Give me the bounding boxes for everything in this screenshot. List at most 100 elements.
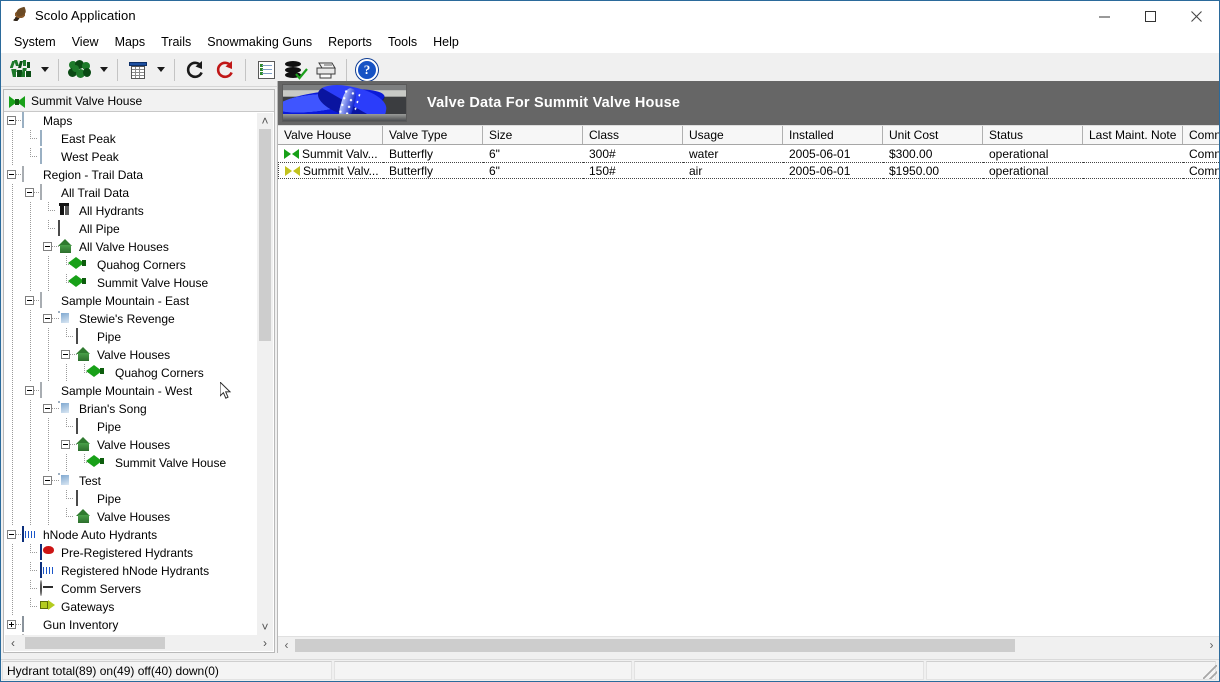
tree-scroll-thumb[interactable] [259, 129, 271, 341]
tree-node-stewie-s-revenge[interactable]: Stewie's Revenge [4, 310, 274, 328]
tree-node-quahog-corners[interactable]: Quahog Corners [4, 256, 274, 274]
reload-button[interactable] [210, 56, 240, 84]
tree-node-summit-valve-house[interactable]: Summit Valve House [4, 274, 274, 292]
tree-node-pipe[interactable]: Pipe [4, 418, 274, 436]
tree-expander[interactable] [61, 440, 70, 449]
tree-node-quahog-corners[interactable]: Quahog Corners [4, 364, 274, 382]
trail-map-button[interactable] [7, 56, 37, 84]
table-cell[interactable] [1083, 145, 1183, 162]
tree-node-sample-mountain-west[interactable]: Sample Mountain - West [4, 382, 274, 400]
tree-vertical-scrollbar[interactable]: ˄ ˅ [257, 113, 273, 635]
database-commit-button[interactable] [281, 56, 311, 84]
tree-expander[interactable] [7, 620, 16, 629]
print-button[interactable] [311, 56, 341, 84]
tree-node-all-trail-data[interactable]: All Trail Data [4, 184, 274, 202]
close-button[interactable] [1173, 1, 1219, 31]
trail-map-dropdown[interactable] [37, 56, 53, 84]
table-cell[interactable]: 2005-06-01 [783, 162, 883, 179]
grid-header-row[interactable]: Valve House Valve Type Size Class Usage Insta… [278, 125, 1219, 145]
tree-node-comm-servers[interactable]: Comm Servers [4, 580, 274, 598]
table-cell[interactable]: $1950.00 [883, 162, 983, 179]
maximize-button[interactable] [1127, 1, 1173, 31]
table-cell[interactable]: water [683, 145, 783, 162]
grid-column-header-usage[interactable]: Usage [683, 126, 783, 144]
tree-node-west-peak[interactable]: West Peak [4, 148, 274, 166]
tree-node-hnode-auto-hydrants[interactable]: hNode Auto Hydrants [4, 526, 274, 544]
table-row[interactable]: Summit Valv... Butterfly 6" 300# water 2005-0… [278, 145, 1219, 162]
tree-expander[interactable] [25, 386, 34, 395]
grid-column-header-size[interactable]: Size [483, 126, 583, 144]
grid-column-header-comn[interactable]: Comn [1183, 126, 1219, 144]
tree-node-test[interactable]: Test [4, 472, 274, 490]
menu-tools[interactable]: Tools [380, 33, 425, 51]
tree-node-pipe[interactable]: Pipe [4, 328, 274, 346]
tree-hscroll-thumb[interactable] [25, 637, 165, 649]
menu-system[interactable]: System [6, 33, 64, 51]
tree-expander[interactable] [25, 188, 34, 197]
tree-scroll-left-button[interactable]: ‹ [5, 635, 21, 651]
tree-expander[interactable] [7, 170, 16, 179]
menu-snowmaking-guns[interactable]: Snowmaking Guns [199, 33, 320, 51]
tree-node-valve-houses[interactable]: Valve Houses [4, 436, 274, 454]
tree-node-gateways[interactable]: Gateways [4, 598, 274, 616]
table-cell[interactable]: Summit Valv... [278, 145, 383, 162]
vegetation-button[interactable] [64, 56, 96, 84]
table-cell[interactable]: operational [983, 162, 1083, 179]
tree-node-maps[interactable]: Maps [4, 112, 274, 130]
grid-horizontal-scrollbar[interactable]: ‹ › [278, 636, 1219, 654]
menu-help[interactable]: Help [425, 33, 467, 51]
grid-column-header-valve-type[interactable]: Valve Type [383, 126, 483, 144]
menu-trails[interactable]: Trails [153, 33, 199, 51]
tree-expander[interactable] [43, 404, 52, 413]
tree-expander[interactable] [7, 530, 16, 539]
tree-node-pre-registered-hydrants[interactable]: Pre-Registered Hydrants [4, 544, 274, 562]
tree-node-all-pipe[interactable]: All Pipe [4, 220, 274, 238]
table-cell[interactable]: 150# [583, 162, 683, 179]
tree-expander[interactable] [43, 476, 52, 485]
tree-expander[interactable] [61, 350, 70, 359]
grid-view-dropdown[interactable] [153, 56, 169, 84]
table-cell[interactable]: 6" [483, 145, 583, 162]
tree-node-region-trail-data[interactable]: Region - Trail Data [4, 166, 274, 184]
tree-expander[interactable] [25, 296, 34, 305]
table-cell[interactable]: 300# [583, 145, 683, 162]
table-cell[interactable]: air [683, 162, 783, 179]
tree-hscroll-track[interactable] [21, 635, 257, 651]
tree-scroll-right-button[interactable]: › [257, 635, 273, 651]
grid-view-button[interactable] [123, 56, 153, 84]
list-report-button[interactable] [251, 56, 281, 84]
tree-expander[interactable] [43, 314, 52, 323]
grid-column-header-valve-house[interactable]: Valve House [278, 126, 383, 144]
tree-node-brian-s-song[interactable]: Brian's Song [4, 400, 274, 418]
refresh-button[interactable] [180, 56, 210, 84]
tree-node-sample-mountain-east[interactable]: Sample Mountain - East [4, 292, 274, 310]
tree-node-east-peak[interactable]: East Peak [4, 130, 274, 148]
grid-hscroll-thumb[interactable] [295, 638, 1015, 652]
table-cell[interactable]: Butterfly [383, 162, 483, 179]
grid-hscroll-track[interactable] [295, 637, 1203, 654]
resize-grip-icon[interactable] [1203, 665, 1217, 679]
tree-scroll-down-button[interactable]: ˅ [257, 619, 273, 635]
table-cell[interactable]: 6" [483, 162, 583, 179]
grid-column-header-status[interactable]: Status [983, 126, 1083, 144]
tree-node-valve-houses[interactable]: Valve Houses [4, 346, 274, 364]
tree-node-valve-houses[interactable]: Valve Houses [4, 508, 274, 526]
help-button[interactable]: ? [352, 56, 382, 84]
tree-expander[interactable] [7, 116, 16, 125]
table-cell[interactable]: Butterfly [383, 145, 483, 162]
tree-expander[interactable] [43, 242, 52, 251]
grid-scroll-left-button[interactable]: ‹ [278, 637, 295, 654]
tree-node-pipe[interactable]: Pipe [4, 490, 274, 508]
table-cell[interactable] [1083, 162, 1183, 179]
grid-column-header-installed[interactable]: Installed [783, 126, 883, 144]
table-cell[interactable]: Comn [1183, 162, 1219, 179]
tree-node-summit-valve-house[interactable]: Summit Valve House [4, 454, 274, 472]
tree-node-all-valve-houses[interactable]: All Valve Houses [4, 238, 274, 256]
tree-node-gun-inventory[interactable]: Gun Inventory [4, 616, 274, 634]
tree-node-all-hydrants[interactable]: All Hydrants [4, 202, 274, 220]
minimize-button[interactable] [1081, 1, 1127, 31]
grid-column-header-last-maint-note[interactable]: Last Maint. Note [1083, 126, 1183, 144]
tree-horizontal-scrollbar[interactable]: ‹ › [5, 635, 273, 651]
tree-scroll-up-button[interactable]: ˄ [257, 113, 273, 129]
table-cell[interactable]: Summit Valv... [278, 162, 383, 179]
